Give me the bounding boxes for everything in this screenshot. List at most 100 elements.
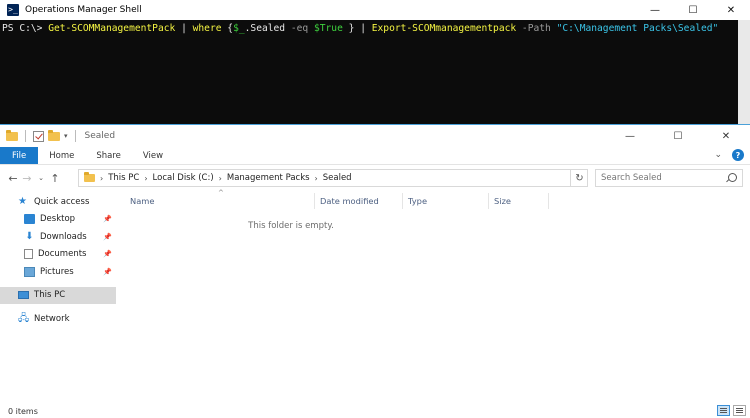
brace-open: { [221, 23, 234, 34]
sidebar-item-label: Documents [38, 249, 87, 260]
document-icon [24, 249, 33, 260]
close-button[interactable]: ✕ [702, 125, 750, 147]
pin-icon[interactable]: 📌 [103, 250, 112, 258]
powershell-icon: >_ [7, 4, 19, 16]
sidebar-item-label: Quick access [34, 196, 90, 207]
file-list[interactable]: ^ Name Date modified Type Size This fold… [116, 189, 750, 401]
folder-icon [6, 129, 18, 141]
column-name[interactable]: Name [130, 196, 154, 206]
operator: -eq [285, 23, 314, 34]
expand-ribbon-icon[interactable]: ⌄ [714, 150, 722, 160]
sidebar-item-documents[interactable]: Documents 📌 [0, 246, 116, 264]
help-icon[interactable]: ? [732, 149, 744, 161]
recent-locations-icon[interactable]: ⌄ [34, 174, 48, 182]
tab-view[interactable]: View [132, 147, 174, 164]
sidebar-item-this-pc[interactable]: This PC [0, 286, 116, 304]
chevron-down-icon[interactable]: ▾ [64, 132, 68, 140]
search-box[interactable] [595, 169, 743, 187]
pin-icon[interactable]: 📌 [103, 215, 112, 223]
cmdlet-where: where [192, 23, 222, 34]
pipeline-variable: $_ [233, 23, 245, 34]
properties-icon[interactable] [33, 130, 44, 142]
breadcrumb-this-pc[interactable]: This PC [108, 173, 139, 183]
pipe: | [354, 23, 372, 34]
empty-folder-message: This folder is empty. [248, 221, 334, 231]
sidebar-item-label: Downloads [40, 231, 87, 242]
sidebar-item-quick-access[interactable]: ★ Quick access [0, 193, 116, 211]
back-arrow-icon[interactable]: ← [6, 172, 20, 185]
large-icons-view-button[interactable] [733, 405, 746, 416]
sidebar-item-network[interactable]: 🖧 Network [0, 310, 116, 328]
tab-share[interactable]: Share [85, 147, 132, 164]
pipe: | [175, 23, 193, 34]
breadcrumb-local-disk[interactable]: Local Disk (C:) [153, 173, 214, 183]
new-folder-icon[interactable] [48, 129, 60, 141]
desktop-icon [24, 214, 35, 225]
cmdlet-export: Export-SCOMmanagementpack [371, 23, 517, 34]
pictures-icon [24, 266, 35, 277]
cmdlet-get: Get-SCOMManagementPack [48, 23, 176, 34]
folder-icon [84, 172, 95, 182]
maximize-button[interactable]: ☐ [674, 0, 712, 20]
close-button[interactable]: ✕ [712, 0, 750, 20]
powershell-title: Operations Manager Shell [25, 5, 142, 15]
computer-icon [18, 291, 29, 300]
ribbon-tabs: File Home Share View ⌄ ? [0, 147, 750, 165]
column-date-modified[interactable]: Date modified [320, 196, 379, 206]
forward-arrow-icon[interactable]: → [20, 172, 34, 185]
download-icon: ⬇ [25, 230, 34, 242]
console-output[interactable]: PS C:\> Get-SCOMManagementPack | where {… [0, 20, 750, 38]
sidebar-item-label: Desktop [40, 214, 76, 225]
star-icon: ★ [18, 195, 27, 207]
tab-file[interactable]: File [0, 147, 39, 164]
search-input[interactable] [601, 173, 721, 183]
sidebar-item-downloads[interactable]: ⬇ Downloads 📌 [0, 228, 116, 246]
item-count: 0 items [8, 406, 38, 416]
explorer-title: Sealed [84, 131, 116, 141]
up-arrow-icon[interactable]: ↑ [48, 172, 62, 185]
explorer-window: ▾ Sealed — ☐ ✕ File Home Share View ⌄ ? … [0, 124, 750, 418]
pin-icon[interactable]: 📌 [103, 268, 112, 276]
minimize-button[interactable]: — [636, 0, 674, 20]
chevron-right-icon[interactable]: › [219, 174, 222, 183]
sidebar-item-label: Network [34, 313, 70, 324]
powershell-title-bar[interactable]: >_ Operations Manager Shell — ☐ ✕ [0, 0, 750, 20]
prompt: PS C:\> [2, 23, 49, 34]
maximize-button[interactable]: ☐ [654, 125, 702, 147]
path-string: "C:\Management Packs\Sealed" [556, 23, 719, 34]
details-view-button[interactable] [717, 405, 730, 416]
sidebar-item-desktop[interactable]: Desktop 📌 [0, 211, 116, 229]
desktop: >_ Operations Manager Shell — ☐ ✕ PS C:\… [0, 0, 750, 418]
sidebar-item-label: This PC [34, 290, 66, 301]
tab-home[interactable]: Home [38, 147, 85, 164]
sort-caret-icon: ^ [218, 189, 224, 197]
network-icon: 🖧 [18, 312, 30, 324]
status-bar: 0 items [0, 404, 750, 418]
address-bar[interactable]: › This PC › Local Disk (C:) › Management… [78, 169, 588, 187]
explorer-title-bar[interactable]: ▾ Sealed — ☐ ✕ [0, 125, 750, 147]
chevron-right-icon[interactable]: › [100, 174, 103, 183]
navigation-pane: ★ Quick access Desktop 📌 ⬇ Downloads 📌 D… [0, 193, 116, 401]
breadcrumb-sealed[interactable]: Sealed [323, 173, 352, 183]
property: .Sealed [244, 23, 286, 34]
column-size[interactable]: Size [494, 196, 511, 206]
true-value: $True [313, 23, 343, 34]
powershell-window: >_ Operations Manager Shell — ☐ ✕ PS C:\… [0, 0, 750, 124]
search-icon[interactable] [728, 173, 737, 182]
sidebar-item-pictures[interactable]: Pictures 📌 [0, 263, 116, 281]
sidebar-item-label: Pictures [40, 266, 74, 277]
path-parameter: -Path [516, 23, 557, 34]
breadcrumb-management-packs[interactable]: Management Packs [227, 173, 310, 183]
console-scrollbar[interactable] [738, 20, 750, 124]
minimize-button[interactable]: — [606, 125, 654, 147]
chevron-right-icon[interactable]: › [315, 174, 318, 183]
brace-close: } [342, 23, 355, 34]
chevron-right-icon[interactable]: › [144, 174, 147, 183]
pin-icon[interactable]: 📌 [103, 233, 112, 241]
navigation-bar: ← → ⌄ ↑ › This PC › Local Disk (C:) › Ma… [0, 165, 750, 191]
quick-access-toolbar: ▾ [6, 129, 79, 142]
refresh-icon: ↻ [575, 172, 584, 184]
column-headers: ^ Name Date modified Type Size [116, 189, 750, 209]
refresh-button[interactable]: ↻ [570, 169, 588, 187]
column-type[interactable]: Type [408, 196, 427, 206]
